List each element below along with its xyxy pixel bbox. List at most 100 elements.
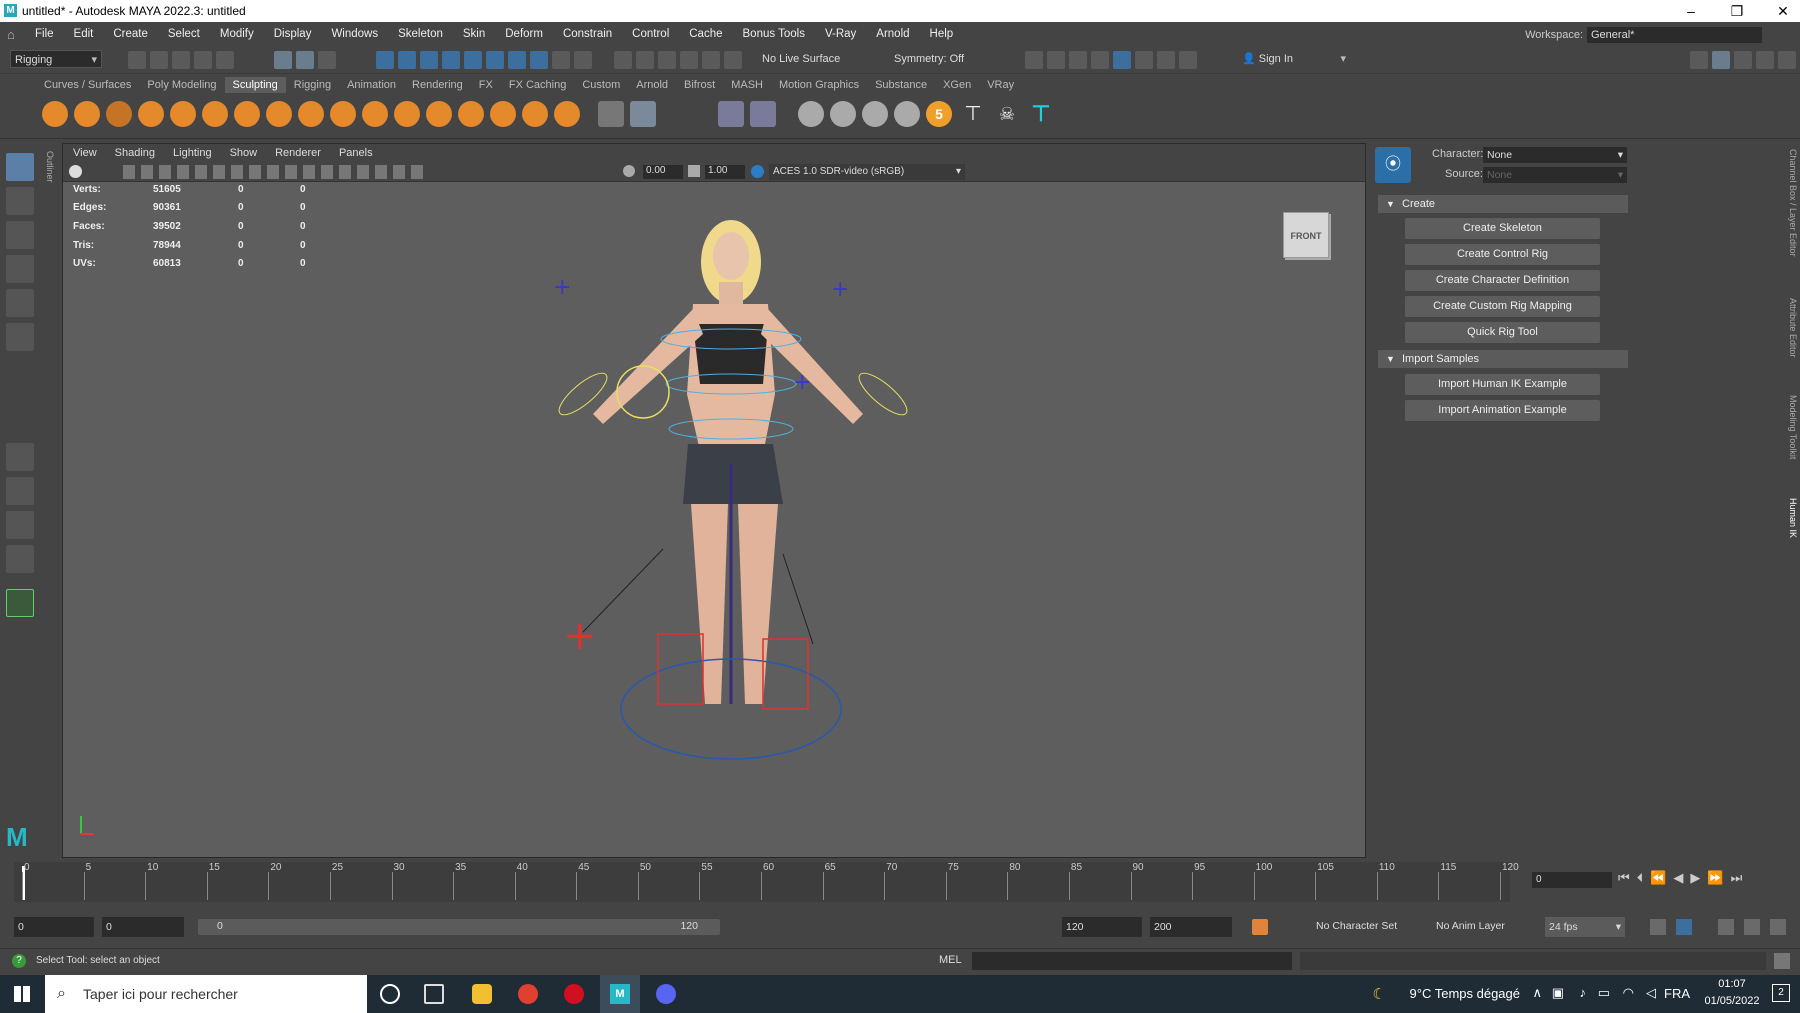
fill-brush-icon[interactable] xyxy=(426,101,452,127)
clock-time[interactable]: 01:07 xyxy=(1700,978,1764,990)
layout-single-icon[interactable] xyxy=(1690,51,1708,69)
four-view-icon[interactable] xyxy=(6,477,34,505)
character-dropdown[interactable]: None ▾ xyxy=(1483,147,1627,163)
channel-box-toggle-icon[interactable] xyxy=(1778,51,1796,69)
shelf-tab-motion-graphics[interactable]: Motion Graphics xyxy=(771,77,867,93)
repeat-brush-icon[interactable] xyxy=(298,101,324,127)
new-scene-icon[interactable] xyxy=(128,51,146,69)
quick-rig-tool-button[interactable]: Quick Rig Tool xyxy=(1405,322,1600,343)
volume-icon[interactable]: ◁ xyxy=(1646,985,1656,1001)
modeling-toolkit-icon[interactable] xyxy=(1135,51,1153,69)
select-by-object-icon[interactable] xyxy=(296,51,314,69)
deform-icon[interactable] xyxy=(862,101,888,127)
menu-bonus-tools[interactable]: Bonus Tools xyxy=(743,28,805,40)
battery-icon[interactable]: ▭ xyxy=(1598,985,1610,1001)
menu-vray[interactable]: V-Ray xyxy=(825,28,856,40)
shelf-tab-curves[interactable]: Curves / Surfaces xyxy=(36,77,139,93)
live-surface-field[interactable]: No Live Surface xyxy=(758,50,862,68)
eraser-icon[interactable] xyxy=(894,101,920,127)
smooth-brush-icon[interactable] xyxy=(74,101,100,127)
menu-windows[interactable]: Windows xyxy=(331,28,378,40)
persp-outliner-icon[interactable] xyxy=(6,511,34,539)
construction-history-icon[interactable] xyxy=(658,51,676,69)
clock-date[interactable]: 01/05/2022 xyxy=(1700,995,1764,1007)
layout-quad-icon[interactable] xyxy=(1712,51,1730,69)
symmetry-dropdown[interactable]: Symmetry: Off xyxy=(890,50,980,68)
attribute-editor-toggle-icon[interactable] xyxy=(1734,51,1752,69)
render-icon[interactable] xyxy=(702,51,720,69)
menu-constrain[interactable]: Constrain xyxy=(563,28,612,40)
wax-brush-icon[interactable] xyxy=(362,101,388,127)
settings-icon[interactable] xyxy=(1770,919,1786,935)
render-view-icon[interactable] xyxy=(680,51,698,69)
search-icon[interactable] xyxy=(6,589,34,617)
create-custom-rig-mapping-button[interactable]: Create Custom Rig Mapping xyxy=(1405,296,1600,317)
pinch-brush-icon[interactable] xyxy=(170,101,196,127)
home-icon[interactable]: ⌂ xyxy=(7,27,21,42)
render-frame-icon[interactable] xyxy=(1047,51,1065,69)
shelf-tab-bifrost[interactable]: Bifrost xyxy=(676,77,723,93)
script-editor-icon[interactable] xyxy=(1774,953,1790,969)
shelf-tab-xgen[interactable]: XGen xyxy=(935,77,979,93)
character-body[interactable] xyxy=(593,220,863,704)
playback-end-field[interactable]: 120 xyxy=(1062,917,1142,937)
select-by-hierarchy-icon[interactable] xyxy=(274,51,292,69)
import-human-ik-example-button[interactable]: Import Human IK Example xyxy=(1405,374,1600,395)
snap-edge-icon[interactable] xyxy=(508,51,526,69)
scale-tool-icon[interactable] xyxy=(6,323,34,351)
layer-icon[interactable] xyxy=(750,101,776,127)
sound-icon[interactable] xyxy=(1718,919,1734,935)
task-view-icon[interactable] xyxy=(424,984,444,1004)
skeleton-icon[interactable]: ⊤ xyxy=(960,101,986,127)
spray-brush-icon[interactable] xyxy=(266,101,292,127)
cache-playback-icon[interactable] xyxy=(1676,919,1692,935)
skull-icon[interactable]: ☠ xyxy=(994,101,1020,127)
lock-icon[interactable] xyxy=(552,51,570,69)
freeze-brush-icon[interactable] xyxy=(598,101,624,127)
menu-skin[interactable]: Skin xyxy=(463,28,485,40)
redo-icon[interactable] xyxy=(216,51,234,69)
menu-help[interactable]: Help xyxy=(930,28,954,40)
command-input[interactable] xyxy=(972,952,1292,970)
menu-create[interactable]: Create xyxy=(113,28,148,40)
tray-chevron-icon[interactable]: ∧ xyxy=(1532,985,1542,1001)
workspace-dropdown[interactable]: General* xyxy=(1587,27,1762,43)
undo-icon[interactable] xyxy=(194,51,212,69)
playback-start-field[interactable]: 0 xyxy=(102,917,184,937)
menu-edit[interactable]: Edit xyxy=(74,28,94,40)
tab-human-ik[interactable]: Human IK xyxy=(1784,498,1798,548)
notification-center-icon[interactable]: 2 xyxy=(1772,984,1790,1002)
bulge-brush-icon[interactable] xyxy=(522,101,548,127)
single-perspective-icon[interactable] xyxy=(6,443,34,471)
tab-channel-box[interactable]: Channel Box / Layer Editor xyxy=(1784,149,1798,279)
file-explorer-icon[interactable] xyxy=(472,984,492,1004)
shelf-tab-rigging[interactable]: Rigging xyxy=(286,77,339,93)
grid-sculpt-icon[interactable] xyxy=(630,101,656,127)
smear-brush-icon[interactable] xyxy=(490,101,516,127)
current-frame-field[interactable]: 0 xyxy=(1532,872,1612,888)
flatten-brush-icon[interactable] xyxy=(202,101,228,127)
ipr-render-icon[interactable] xyxy=(724,51,742,69)
rotate-tool-icon[interactable] xyxy=(6,289,34,317)
snap-vertex-icon[interactable] xyxy=(486,51,504,69)
viewport-panel[interactable]: View Shading Lighting Show Renderer Pane… xyxy=(62,143,1366,858)
import-samples-section-header[interactable]: ▼ Import Samples xyxy=(1378,350,1628,368)
menu-deform[interactable]: Deform xyxy=(505,28,543,40)
network-device-icon[interactable]: ▣ xyxy=(1552,985,1564,1001)
make-live-icon[interactable] xyxy=(464,51,482,69)
knife-brush-icon[interactable] xyxy=(458,101,484,127)
menu-file[interactable]: File xyxy=(35,28,54,40)
step-forward-frame-icon[interactable]: ⏩ xyxy=(1707,870,1730,885)
history-icon[interactable] xyxy=(614,51,632,69)
scrape-brush-icon[interactable] xyxy=(394,101,420,127)
opera-icon[interactable] xyxy=(564,984,584,1004)
shelf-tab-custom[interactable]: Custom xyxy=(574,77,628,93)
sign-in-dropdown[interactable]: 👤 Sign In ▾ xyxy=(1238,50,1350,68)
snap-point-icon[interactable] xyxy=(420,51,438,69)
input-ops-icon[interactable] xyxy=(574,51,592,69)
render-settings-icon[interactable] xyxy=(1025,51,1043,69)
shelf-tab-rendering[interactable]: Rendering xyxy=(404,77,471,93)
play-back-icon[interactable]: ◀ xyxy=(1673,870,1690,885)
open-scene-icon[interactable] xyxy=(150,51,168,69)
anim-layer-dropdown[interactable]: No Anim Layer xyxy=(1436,920,1505,932)
